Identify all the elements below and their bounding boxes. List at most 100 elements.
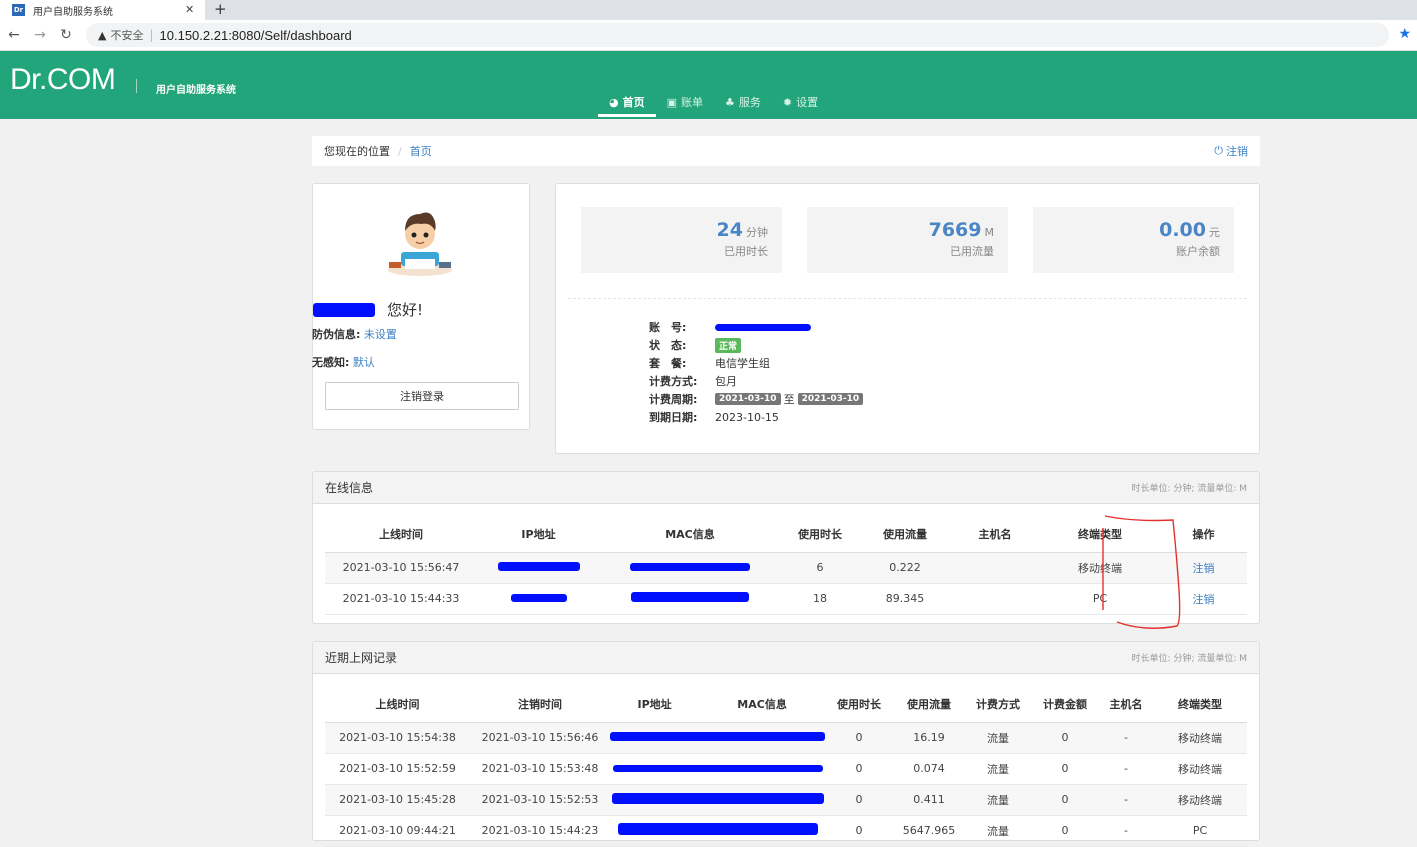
seamless-link[interactable]: 默认 <box>353 356 375 369</box>
cell-mac <box>600 552 780 584</box>
cell-host: - <box>1099 753 1153 785</box>
security-label[interactable]: 不安全 <box>110 27 143 43</box>
used-traffic-label: 已用流量 <box>950 245 994 258</box>
col-traffic: 使用流量 <box>860 516 950 553</box>
cell-duration: 0 <box>825 753 893 785</box>
nav-settings[interactable]: ✹ 设置 <box>772 89 829 115</box>
col-hostname: 主机名 <box>1099 686 1153 723</box>
cell-terminal: 移动终端 <box>1153 753 1247 785</box>
cell-duration: 18 <box>780 583 860 615</box>
url-input[interactable]: ▲ 不安全 | 10.150.2.21:8080/Self/dashboard <box>86 23 1389 47</box>
cell-ip <box>477 583 600 615</box>
used-time-unit: 分钟 <box>746 226 768 239</box>
status-label: 状 态: <box>649 339 687 352</box>
online-panel-header: 在线信息 时长单位: 分钟; 流量单位: M <box>313 472 1259 504</box>
used-traffic-unit: M <box>984 226 995 239</box>
account-details: 账 号: 状 态: 正常 套 餐: 电信学生组 计费方式: 包月 计费周期: 2… <box>649 318 864 426</box>
logout-button[interactable]: 注销登录 <box>325 382 519 410</box>
table-row: 2021-03-10 15:52:59 2021-03-10 15:53:48 … <box>325 753 1247 785</box>
url-text[interactable]: 10.150.2.21:8080/Self/dashboard <box>160 28 352 43</box>
cell-terminal: 移动终端 <box>1153 784 1247 816</box>
cell-traffic: 0.074 <box>893 753 965 785</box>
warning-triangle-icon[interactable]: ▲ <box>98 29 106 42</box>
cell-terminal: 移动终端 <box>1040 552 1160 584</box>
balance-label: 账户余额 <box>1176 245 1220 258</box>
col-ip: IP地址 <box>610 686 700 723</box>
stat-balance: 0.00 元 账户余额 <box>1033 207 1234 273</box>
new-tab-button[interactable]: + <box>214 0 227 18</box>
col-duration: 使用时长 <box>825 686 893 723</box>
omnibox-divider: | <box>149 28 154 42</box>
history-panel-header: 近期上网记录 时长单位: 分钟; 流量单位: M <box>313 642 1259 674</box>
logo[interactable]: Dr.COM <box>10 63 116 97</box>
online-unit-note: 时长单位: 分钟; 流量单位: M <box>1131 484 1247 494</box>
seamless-row: 无感知: 默认 <box>312 354 375 370</box>
nav-bill[interactable]: ▣ 账单 <box>656 89 714 115</box>
online-panel-title: 在线信息 <box>325 481 374 495</box>
row-logout-link[interactable]: 注销 <box>1193 593 1215 606</box>
nav-home-label: 首页 <box>622 96 645 109</box>
breadcrumb-home-link[interactable]: 首页 <box>410 143 432 159</box>
cell-terminal: PC <box>1153 815 1247 847</box>
redacted-ip-mac <box>611 792 824 804</box>
redacted-ip-mac <box>612 765 823 772</box>
billing-method-value: 包月 <box>715 375 737 388</box>
breadcrumb: 您现在的位置 / 首页 ⏻ 注销 <box>312 136 1260 166</box>
expiry-label: 到期日期: <box>649 411 698 424</box>
cell-host: - <box>1099 784 1153 816</box>
row-logout-link[interactable]: 注销 <box>1193 562 1215 575</box>
anti-fraud-link[interactable]: 未设置 <box>364 328 397 341</box>
used-time-label: 已用时长 <box>724 245 768 258</box>
stat-used-time: 24 分钟 已用时长 <box>581 207 782 273</box>
online-info-panel: 在线信息 时长单位: 分钟; 流量单位: M 上线时间 IP地址 MAC信息 使… <box>312 471 1260 624</box>
nav-home[interactable]: ◕ 首页 <box>598 89 656 117</box>
cell-logout: 2021-03-10 15:52:53 <box>470 784 610 816</box>
main-nav: ◕ 首页 ▣ 账单 ♣ 服务 ✹ 设置 <box>598 89 829 119</box>
billing-method-row: 计费方式: 包月 <box>649 372 863 390</box>
nav-settings-label: 设置 <box>796 96 819 109</box>
cell-method: 流量 <box>965 722 1031 754</box>
cell-logout: 2021-03-10 15:44:23 <box>470 815 610 847</box>
col-duration: 使用时长 <box>780 516 860 553</box>
cell-duration: 0 <box>825 815 893 847</box>
package-value: 电信学生组 <box>715 357 770 370</box>
period-to: 至 <box>783 393 795 406</box>
cell-host <box>950 552 1040 584</box>
cell-login: 2021-03-10 15:54:38 <box>325 722 470 754</box>
back-arrow-icon[interactable]: ← <box>6 27 22 43</box>
cell-terminal: 移动终端 <box>1153 722 1247 754</box>
status-badge: 正常 <box>715 337 742 353</box>
cell-amount: 0 <box>1031 815 1099 847</box>
col-ip: IP地址 <box>477 516 600 553</box>
history-panel: 近期上网记录 时长单位: 分钟; 流量单位: M 上线时间 注销时间 IP地址 … <box>312 641 1260 847</box>
bill-icon: ▣ <box>666 95 678 109</box>
browser-tab[interactable]: Dr 用户自助服务系统 ✕ <box>0 0 205 20</box>
cell-traffic: 5647.965 <box>893 815 965 847</box>
col-action: 操作 <box>1160 516 1247 553</box>
header-logout-link[interactable]: ⏻ 注销 <box>1214 143 1248 159</box>
close-tab-icon[interactable]: ✕ <box>185 3 194 16</box>
balance-value: 0.00 <box>1159 219 1206 241</box>
cell-duration: 0 <box>825 722 893 754</box>
cell-traffic: 89.345 <box>860 583 950 615</box>
sitemap-icon: ♣ <box>725 95 735 109</box>
table-row: 2021-03-10 09:44:21 2021-03-10 15:44:23 … <box>325 815 1247 847</box>
header-logout-label: 注销 <box>1226 145 1248 158</box>
history-unit-note: 时长单位: 分钟; 流量单位: M <box>1131 654 1247 664</box>
address-bar-row: ← → ↻ ▲ 不安全 | 10.150.2.21:8080/Self/dash… <box>0 20 1417 51</box>
reload-icon[interactable]: ↻ <box>58 27 74 43</box>
account-row: 账 号: <box>649 318 863 336</box>
breadcrumb-prefix: 您现在的位置 <box>324 145 390 158</box>
nav-service[interactable]: ♣ 服务 <box>714 89 772 115</box>
period-start-badge: 2021-03-10 <box>715 393 781 405</box>
seamless-label: 无感知: <box>312 356 350 369</box>
redacted-mac <box>631 592 749 602</box>
online-table: 上线时间 IP地址 MAC信息 使用时长 使用流量 主机名 终端类型 操作 20… <box>325 516 1247 615</box>
cell-host <box>950 583 1040 615</box>
browser-tabbar: Dr 用户自助服务系统 ✕ + <box>0 0 1417 20</box>
anti-fraud-label: 防伪信息: <box>312 328 361 341</box>
status-row: 状 态: 正常 <box>649 336 863 354</box>
cell-method: 流量 <box>965 784 1031 816</box>
forward-arrow-icon[interactable]: → <box>32 27 48 43</box>
bookmark-star-icon[interactable]: ★ <box>1398 26 1411 42</box>
